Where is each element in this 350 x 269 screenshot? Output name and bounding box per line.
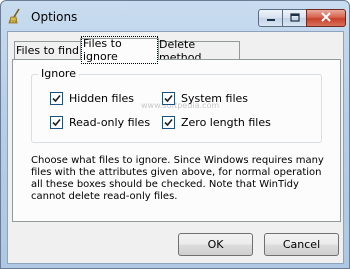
ignore-description: Choose what files to ignore. Since Windo…: [31, 155, 324, 202]
checkmark-icon: [52, 94, 61, 103]
checkbox-box[interactable]: [50, 116, 63, 129]
read-only-files-checkbox[interactable]: Read-only files: [50, 116, 150, 129]
window-title: Options: [31, 10, 78, 24]
ok-button[interactable]: OK: [178, 233, 253, 256]
system-files-checkbox[interactable]: System files: [162, 92, 248, 105]
title-bar[interactable]: Options: [1, 1, 349, 31]
maximize-button[interactable]: [282, 9, 307, 27]
checkmark-icon: [52, 118, 61, 127]
tab-delete-method[interactable]: Delete method: [158, 38, 240, 64]
checkbox-box[interactable]: [50, 92, 63, 105]
maximize-icon: [289, 12, 300, 25]
tab-label: Files to find: [15, 44, 80, 57]
tab-files-to-find[interactable]: Files to find: [14, 41, 81, 59]
checkbox-label: Zero length files: [181, 116, 271, 129]
checkmark-icon: [164, 94, 173, 103]
minimize-icon: [266, 12, 276, 25]
checkbox-box[interactable]: [162, 92, 175, 105]
ignore-group-legend: Ignore: [38, 67, 79, 80]
checkbox-box[interactable]: [162, 116, 175, 129]
zero-length-files-checkbox[interactable]: Zero length files: [162, 116, 271, 129]
checkbox-label: Hidden files: [69, 92, 135, 105]
cancel-button[interactable]: Cancel: [264, 233, 339, 256]
checkbox-label: System files: [181, 92, 248, 105]
ignore-groupbox: Ignore Hidden files System files Read-on…: [31, 67, 322, 143]
checkmark-icon: [164, 118, 173, 127]
minimize-button[interactable]: [258, 9, 283, 27]
checkbox-label: Read-only files: [69, 116, 151, 129]
options-window: Options Files to find Files to ignore De…: [0, 0, 350, 269]
tab-files-to-ignore[interactable]: Files to ignore: [80, 35, 159, 64]
dialog-body: Files to find Files to ignore Delete met…: [7, 31, 344, 264]
close-icon: [320, 11, 332, 25]
hidden-files-checkbox[interactable]: Hidden files: [50, 92, 134, 105]
close-button[interactable]: [306, 9, 346, 27]
broom-icon: [8, 8, 24, 24]
tab-label: Files to ignore: [81, 35, 158, 64]
